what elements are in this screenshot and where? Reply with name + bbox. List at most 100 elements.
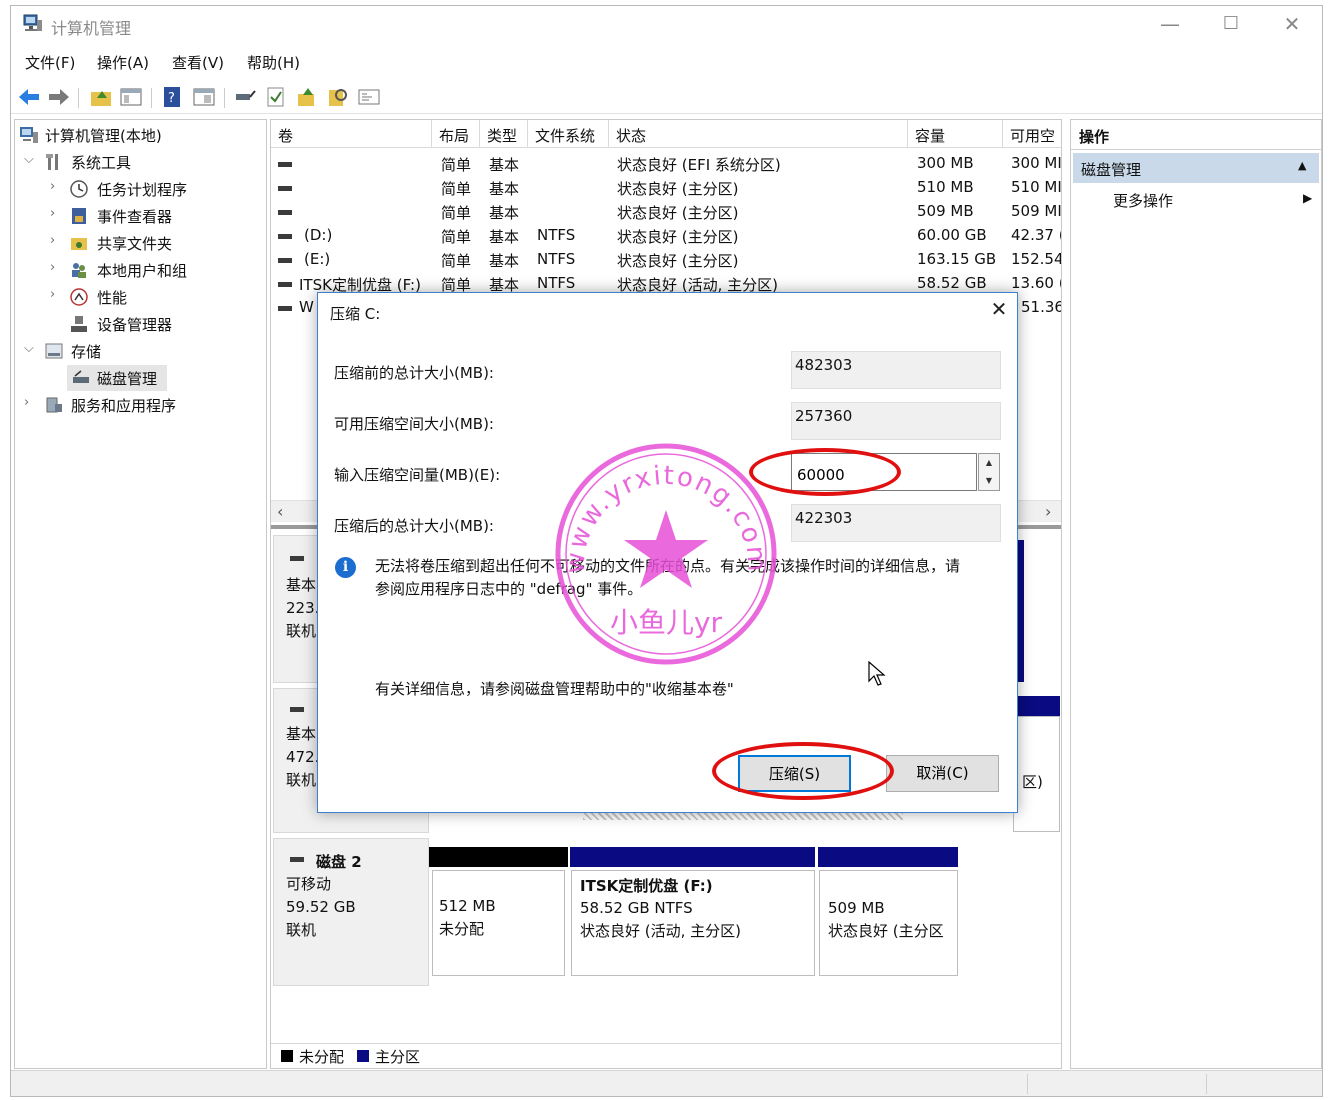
disk-size: 223. (286, 599, 320, 617)
highlight-ellipse-button (712, 742, 894, 800)
info-message: 无法将卷压缩到超出任何不可移动的文件所在的点。有关完成该操作时间的详细信息，请 … (375, 555, 1005, 601)
computer-management-icon (23, 14, 42, 31)
disk1-partition[interactable]: 区) (1013, 716, 1060, 832)
total-after-label: 压缩后的总计大小(MB): (334, 517, 494, 535)
cell-capacity: 60.00 GB (917, 226, 987, 244)
itsk-partition[interactable]: ITSK定制优盘 (F:) 58.52 GB NTFS 状态良好 (活动, 主分… (571, 870, 815, 976)
cell-volume: (E:) (304, 250, 331, 268)
total-before-field: 482303 (791, 351, 1001, 389)
cell-status: 状态良好 (主分区) (617, 180, 739, 198)
cell-type: 基本 (489, 180, 520, 198)
cell-free: 13.60 ( (1011, 274, 1062, 292)
chevron-right-icon[interactable]: › (50, 233, 55, 248)
collapse-up-icon[interactable]: ▲ (1298, 159, 1306, 172)
cell-free: 300 MI (1011, 154, 1062, 172)
tree-item-event-viewer[interactable]: › 事件查看器 (15, 203, 265, 229)
tree-item-root[interactable]: 计算机管理(本地) (15, 122, 265, 148)
menu-view[interactable]: 查看(V) (172, 52, 224, 73)
chevron-right-icon[interactable]: › (50, 260, 55, 275)
toolbar-separator (78, 88, 79, 108)
check-icon[interactable] (264, 86, 288, 108)
back-icon[interactable] (17, 86, 41, 108)
tree-item-system-tools[interactable]: ⌵ 系统工具 (15, 149, 265, 175)
column-header-layout[interactable]: 布局 (432, 120, 480, 148)
menu-file[interactable]: 文件(F) (25, 52, 75, 73)
spin-down-icon[interactable]: ▼ (979, 472, 999, 490)
tree-item-local-users[interactable]: › 本地用户和组 (15, 257, 265, 283)
primary-partition[interactable]: 509 MB 状态良好 (主分区 (819, 870, 958, 976)
tree-item-device-manager[interactable]: 设备管理器 (15, 311, 265, 337)
properties-icon[interactable] (192, 86, 216, 108)
help-icon[interactable]: ? (161, 86, 185, 108)
menu-action[interactable]: 操作(A) (97, 52, 149, 73)
tree-label: 设备管理器 (97, 316, 173, 334)
scroll-right-icon[interactable]: › (1045, 502, 1051, 521)
export-icon[interactable] (295, 86, 319, 108)
chevron-right-icon[interactable]: › (24, 395, 29, 410)
disk2-label[interactable]: 磁盘 2 可移动 59.52 GB 联机 (273, 838, 429, 986)
cell-free: 510 MI (1011, 178, 1062, 196)
cancel-button[interactable]: 取消(C) (886, 755, 999, 792)
table-row[interactable]: (D:) 简单 基本 NTFS 状态良好 (主分区) 60.00 GB 42.3… (271, 224, 1061, 248)
table-row[interactable]: (E:) 简单 基本 NTFS 状态良好 (主分区) 163.15 GB 152… (271, 248, 1061, 272)
action-more-actions[interactable]: 更多操作 ▶ (1113, 190, 1313, 211)
disk-type: 可移动 (286, 875, 332, 893)
column-header-free-space[interactable]: 可用空 (1003, 120, 1061, 148)
cell-filesystem: NTFS (537, 250, 576, 268)
mouse-cursor-icon (868, 661, 886, 686)
cell-volume: (D:) (304, 226, 333, 244)
column-header-capacity[interactable]: 容量 (908, 120, 1003, 148)
cell-layout: 简单 (441, 228, 472, 246)
cell-status: 状态良好 (主分区) (617, 228, 739, 246)
chevron-right-icon[interactable]: › (50, 179, 55, 194)
console-icon[interactable] (357, 86, 381, 108)
unallocated-partition[interactable]: 512 MB 未分配 (432, 870, 565, 976)
up-folder-icon[interactable] (89, 86, 113, 108)
minimize-button[interactable]: — (1147, 10, 1193, 40)
computer-management-icon (20, 127, 38, 143)
partition-status: 状态良好 (主分区 (828, 922, 944, 940)
show-hide-tree-icon[interactable] (119, 86, 143, 108)
chevron-right-icon[interactable]: › (50, 287, 55, 302)
action-disk-management[interactable]: 磁盘管理 ▲ (1073, 153, 1319, 183)
shrink-amount-label: 输入压缩空间量(MB)(E): (334, 466, 501, 484)
disk-size: 472. (286, 748, 320, 766)
highlight-ellipse-input (749, 448, 901, 496)
cell-capacity: 163.15 GB (917, 250, 997, 268)
disk-icon (290, 707, 304, 712)
maximize-button[interactable]: ☐ (1208, 10, 1254, 40)
table-row[interactable]: 简单 基本 状态良好 (主分区) 510 MB 510 MI (271, 176, 1062, 200)
event-viewer-icon (72, 208, 86, 224)
column-header-status[interactable]: 状态 (609, 120, 908, 148)
column-header-filesystem[interactable]: 文件系统 (528, 120, 609, 148)
column-header-volume[interactable]: 卷 (271, 120, 432, 148)
tree-item-performance[interactable]: › 性能 (15, 284, 265, 310)
chevron-down-icon[interactable]: ⌵ (24, 341, 34, 356)
shrink-amount-spinner[interactable]: ▲ ▼ (978, 453, 1000, 491)
tree-item-task-scheduler[interactable]: › 任务计划程序 (15, 176, 265, 202)
tree-item-storage[interactable]: ⌵ 存储 (15, 338, 265, 364)
forward-icon[interactable] (47, 86, 71, 108)
menu-bar: 文件(F) 操作(A) 查看(V) 帮助(H) (11, 48, 1322, 78)
tree-item-disk-management[interactable]: 磁盘管理 (67, 365, 167, 391)
disk-connect-icon[interactable] (233, 86, 257, 108)
table-row[interactable]: 简单 基本 状态良好 (EFI 系统分区) 300 MB 300 MI (271, 152, 1062, 176)
table-row[interactable]: 简单 基本 状态良好 (主分区) 509 MB 509 MI (271, 200, 1061, 224)
chevron-right-icon[interactable]: › (50, 206, 55, 221)
close-window-button[interactable]: ✕ (1269, 10, 1315, 40)
spin-up-icon[interactable]: ▲ (979, 454, 999, 472)
actions-header: 操作 (1071, 120, 1321, 150)
tree-label: 系统工具 (71, 154, 132, 172)
tree-item-services-apps[interactable]: › 服务和应用程序 (15, 392, 265, 418)
menu-help[interactable]: 帮助(H) (247, 52, 300, 73)
cell-capacity: 510 MB (917, 178, 974, 196)
clock-icon (70, 180, 88, 198)
search-icon[interactable] (326, 86, 350, 108)
column-header-type[interactable]: 类型 (480, 120, 528, 148)
chevron-down-icon[interactable]: ⌵ (24, 152, 34, 167)
scroll-left-icon[interactable]: ‹ (277, 502, 283, 521)
tree-item-shared-folders[interactable]: › 共享文件夹 (15, 230, 265, 256)
status-bar (11, 1070, 1322, 1096)
primary-swatch (357, 1050, 369, 1062)
dialog-close-button[interactable]: ✕ (984, 297, 1014, 325)
